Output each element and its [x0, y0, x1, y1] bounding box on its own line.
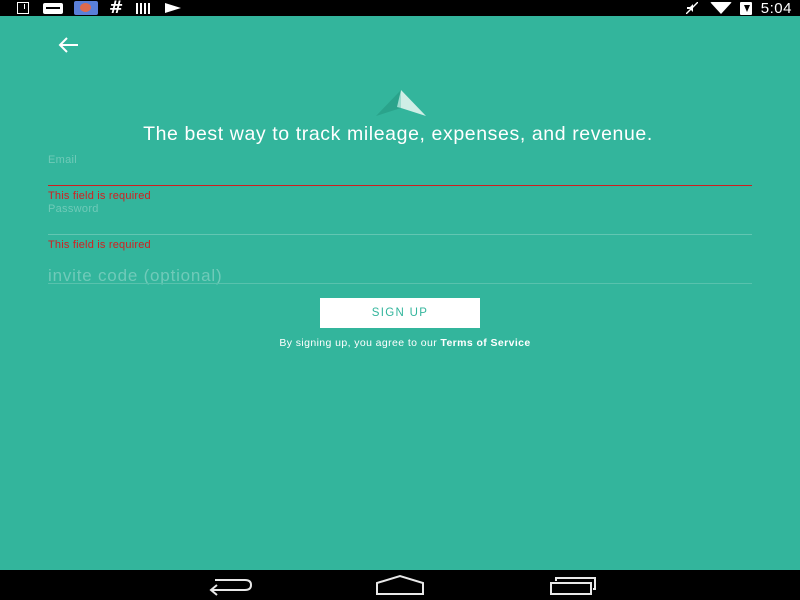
back-icon[interactable] [205, 574, 253, 596]
email-error-message: This field is required [48, 190, 151, 202]
email-input[interactable] [48, 164, 752, 182]
battery-icon [739, 1, 752, 15]
invite-code-underline [48, 283, 752, 284]
terms-of-service-link[interactable]: Terms of Service [440, 337, 530, 349]
mute-icon [685, 2, 698, 14]
notification-icons: # [14, 0, 182, 18]
password-input[interactable] [48, 213, 752, 231]
back-arrow-icon[interactable] [56, 34, 82, 56]
home-icon[interactable] [373, 574, 427, 596]
email-underline [48, 185, 752, 187]
download-icon [17, 2, 29, 14]
terms-prefix: By signing up, you agree to our [279, 337, 441, 349]
status-bar: # 5:04 [0, 0, 800, 18]
barcode-icon [136, 2, 153, 14]
navigation-bar [0, 570, 800, 600]
signup-screen: The best way to track mileage, expenses,… [0, 16, 800, 570]
message-icon [43, 2, 63, 14]
paper-plane-icon [376, 90, 426, 116]
send-icon [165, 3, 182, 13]
photo-icon [74, 1, 98, 15]
sign-up-button[interactable]: SIGN UP [320, 298, 480, 328]
system-icons: 5:04 [685, 0, 792, 17]
password-error-message: This field is required [48, 239, 151, 251]
invite-code-field-group [48, 262, 752, 302]
password-field-group: Password This field is required [48, 203, 752, 263]
recents-icon[interactable] [548, 574, 598, 596]
status-clock: 5:04 [760, 0, 792, 17]
password-underline [48, 234, 752, 235]
hashtag-icon: # [109, 0, 124, 18]
page-title: The best way to track mileage, expenses,… [143, 123, 653, 145]
wifi-icon [709, 2, 732, 14]
terms-notice: By signing up, you agree to our Terms of… [0, 337, 800, 349]
